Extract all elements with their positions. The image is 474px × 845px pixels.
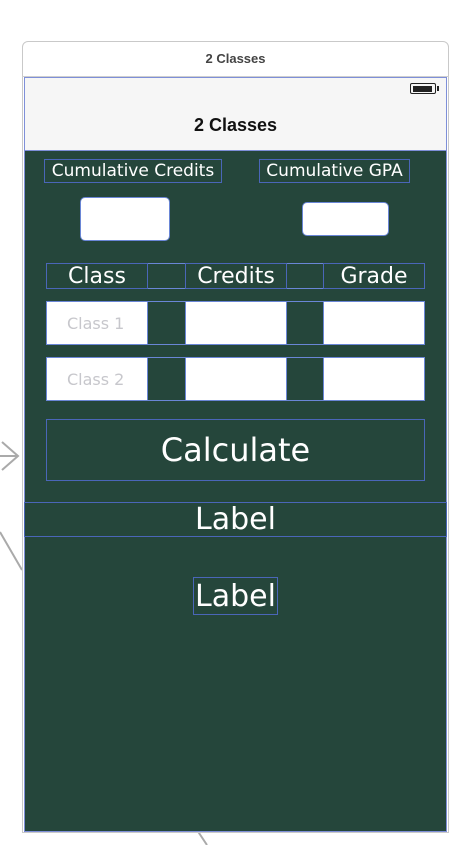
content-view [24, 151, 447, 832]
nav-title: 2 Classes [193, 114, 278, 135]
class-1-grade-field[interactable] [323, 301, 425, 345]
class-1-name-field[interactable]: Class 1 [46, 301, 148, 345]
battery-level [413, 86, 432, 92]
cumulative-credits-label: Cumulative Credits [44, 159, 222, 183]
class-1-credits-field[interactable] [185, 301, 287, 345]
row-1-gap-a [148, 301, 185, 345]
cumulative-gpa-label: Cumulative GPA [259, 159, 410, 183]
result-label-1: Label [24, 502, 447, 537]
row-2-gap-b [287, 357, 323, 401]
cumulative-credits-field[interactable] [80, 197, 170, 241]
header-class: Class [46, 263, 148, 289]
segue-arrow-icon [0, 441, 20, 471]
cumulative-gpa-field[interactable] [302, 202, 389, 236]
class-2-name-field[interactable]: Class 2 [46, 357, 148, 401]
segue-line-icon [0, 531, 23, 571]
row-2-gap-a [148, 357, 185, 401]
calculate-button[interactable]: Calculate [46, 419, 425, 481]
header-grade: Grade [323, 263, 425, 289]
class-2-credits-field[interactable] [185, 357, 287, 401]
result-label-2: Label [193, 577, 278, 615]
scene-title: 2 Classes [22, 41, 449, 77]
row-1-gap-b [287, 301, 323, 345]
class-2-grade-field[interactable] [323, 357, 425, 401]
header-credits: Credits [185, 263, 287, 289]
battery-tip [437, 86, 439, 91]
